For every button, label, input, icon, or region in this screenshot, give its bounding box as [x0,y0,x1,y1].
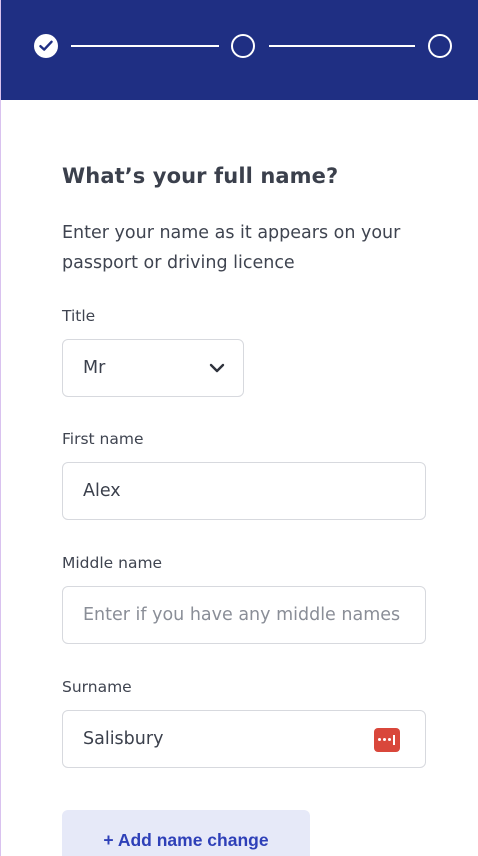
first-name-value: Alex [83,481,121,501]
first-name-label: First name [62,430,144,448]
add-name-change-button[interactable]: + Add name change [62,810,310,856]
progress-header [1,0,478,100]
progress-connector [71,45,219,47]
title-select-value: Mr [83,358,106,378]
step-1-completed-icon [34,34,58,58]
first-name-field[interactable]: Alex [62,462,426,520]
middle-name-field[interactable]: Enter if you have any middle names [62,586,426,644]
surname-label: Surname [62,678,132,696]
middle-name-label: Middle name [62,554,163,572]
password-manager-icon[interactable] [374,728,400,752]
step-3-pending-icon [428,34,452,58]
add-name-change-label: + Add name change [103,830,269,850]
surname-value: Salisbury [83,729,164,749]
form-screen: What’s your full name? Enter your name a… [0,0,478,856]
checkmark-icon [39,40,53,51]
surname-field[interactable]: Salisbury [62,710,426,768]
step-2-pending-icon [231,34,255,58]
middle-name-placeholder: Enter if you have any middle names [83,605,401,625]
page-title: What’s your full name? [62,164,339,188]
title-label: Title [62,307,96,325]
intro-text: Enter your name as it appears on your pa… [62,223,401,273]
progress-connector [269,45,415,47]
chevron-down-icon [209,363,225,373]
title-select[interactable]: Mr [62,339,244,397]
